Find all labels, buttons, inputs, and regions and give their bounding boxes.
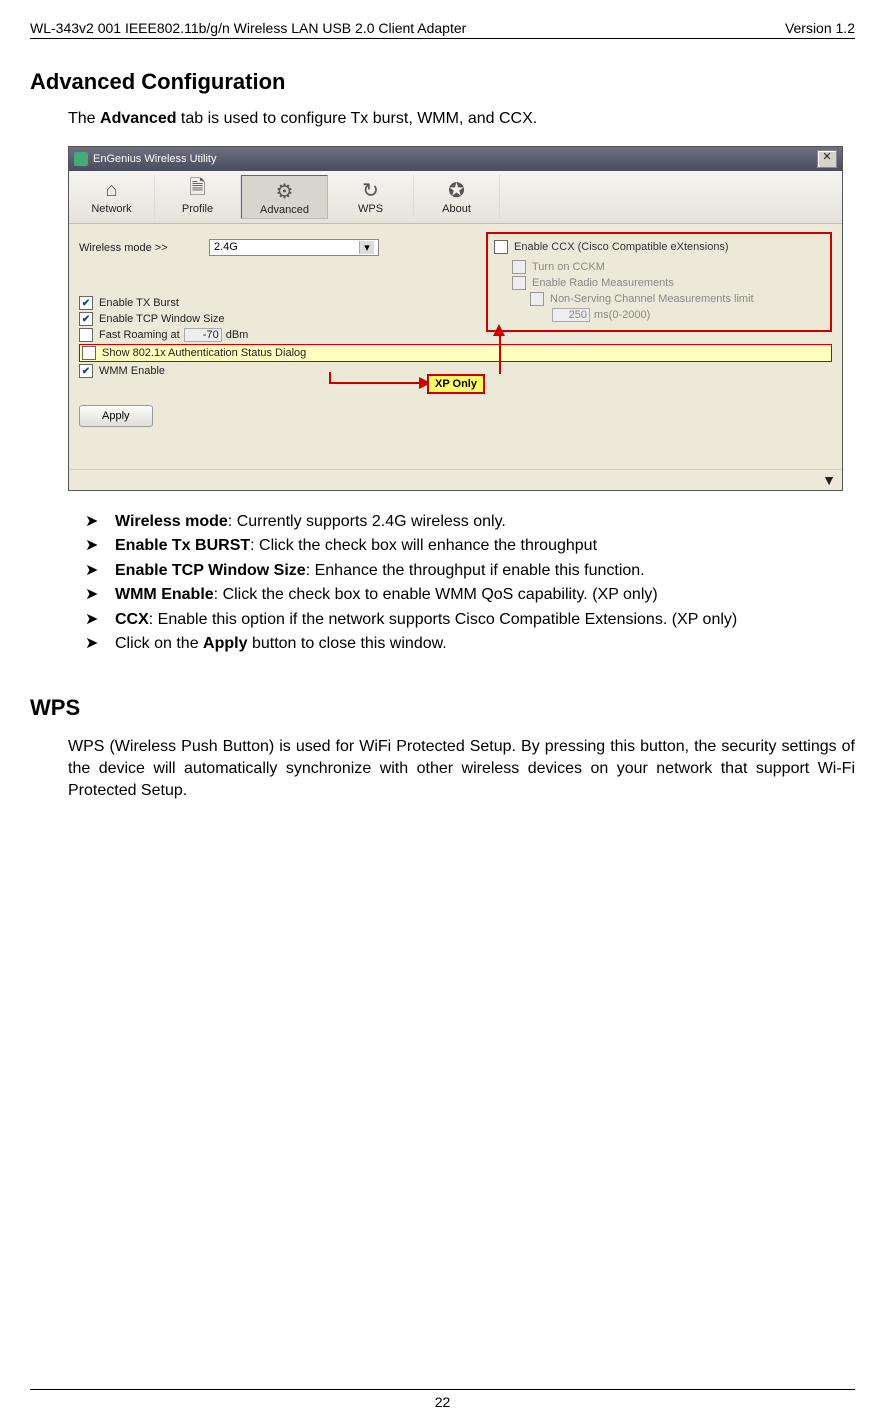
- ms-input[interactable]: 250: [552, 308, 590, 322]
- wmm-checkbox[interactable]: ✔: [79, 364, 93, 378]
- content-area: Wireless mode >> 2.4G ▾ Enable CCX (Cisc…: [69, 224, 842, 469]
- txburst-checkbox[interactable]: ✔: [79, 296, 93, 310]
- section-title-advanced: Advanced Configuration: [30, 69, 855, 95]
- gear-icon: ⚙: [242, 178, 327, 204]
- xp-only-callout: XP Only: [427, 374, 485, 394]
- page-header: WL-343v2 001 IEEE802.11b/g/n Wireless LA…: [30, 20, 855, 39]
- wps-body: WPS (Wireless Push Button) is used for W…: [68, 736, 855, 801]
- wireless-mode-label: Wireless mode >>: [79, 242, 209, 254]
- fastroam-checkbox[interactable]: [79, 328, 93, 342]
- scroll-down-icon[interactable]: ▼: [69, 469, 842, 490]
- wps-icon: ↻: [328, 177, 413, 203]
- screenshot: EnGenius Wireless Utility ✕ ⌂ Network 🗎 …: [68, 146, 855, 491]
- nonserv-checkbox[interactable]: [530, 292, 544, 306]
- ccx-group: Enable CCX (Cisco Compatible eXtensions)…: [486, 232, 832, 332]
- annotation-line: [329, 382, 427, 384]
- close-icon[interactable]: ✕: [817, 150, 837, 168]
- chevron-down-icon: ▾: [359, 241, 374, 254]
- fastroam-input[interactable]: -70: [184, 328, 222, 342]
- advanced-intro: The Advanced tab is used to configure Tx…: [68, 110, 855, 128]
- tab-advanced[interactable]: ⚙ Advanced: [241, 175, 328, 219]
- section-title-wps: WPS: [30, 695, 855, 721]
- cckm-checkbox[interactable]: [512, 260, 526, 274]
- list-item: ➤Enable TCP Window Size: Enhance the thr…: [85, 560, 855, 582]
- app-window: EnGenius Wireless Utility ✕ ⌂ Network 🗎 …: [68, 146, 843, 491]
- page-footer: 22: [30, 1389, 855, 1410]
- tab-profile[interactable]: 🗎 Profile: [155, 175, 241, 219]
- radio-meas-checkbox[interactable]: [512, 276, 526, 290]
- tab-wps[interactable]: ↻ WPS: [328, 175, 414, 219]
- list-item: ➤Click on the Apply button to close this…: [85, 633, 855, 655]
- annotation-line: [499, 334, 501, 374]
- network-icon: ⌂: [69, 177, 154, 203]
- arrow-up-icon: [493, 324, 505, 336]
- list-item: ➤WMM Enable: Click the check box to enab…: [85, 584, 855, 606]
- list-item: ➤CCX: Enable this option if the network …: [85, 609, 855, 631]
- tab-about[interactable]: ✪ About: [414, 175, 500, 219]
- tab-network[interactable]: ⌂ Network: [69, 175, 155, 219]
- apply-button[interactable]: Apply: [79, 405, 153, 427]
- bullet-list: ➤ Wireless mode: Currently supports 2.4G…: [85, 511, 855, 655]
- show8021x-checkbox[interactable]: [82, 346, 96, 360]
- app-icon: [74, 152, 88, 166]
- ccx-enable-checkbox[interactable]: [494, 240, 508, 254]
- page-number: 22: [435, 1394, 451, 1410]
- toolbar: ⌂ Network 🗎 Profile ⚙ Advanced ↻ WPS ✪: [69, 171, 842, 224]
- wireless-mode-combo[interactable]: 2.4G ▾: [209, 239, 379, 256]
- tcpwin-checkbox[interactable]: ✔: [79, 312, 93, 326]
- window-title: EnGenius Wireless Utility: [93, 153, 216, 165]
- about-icon: ✪: [414, 177, 499, 203]
- header-right: Version 1.2: [785, 20, 855, 36]
- titlebar: EnGenius Wireless Utility ✕: [69, 147, 842, 171]
- list-item: ➤Enable Tx BURST: Click the check box wi…: [85, 535, 855, 557]
- profile-icon: 🗎: [155, 177, 240, 203]
- list-item: ➤ Wireless mode: Currently supports 2.4G…: [85, 511, 855, 533]
- header-left: WL-343v2 001 IEEE802.11b/g/n Wireless LA…: [30, 20, 466, 36]
